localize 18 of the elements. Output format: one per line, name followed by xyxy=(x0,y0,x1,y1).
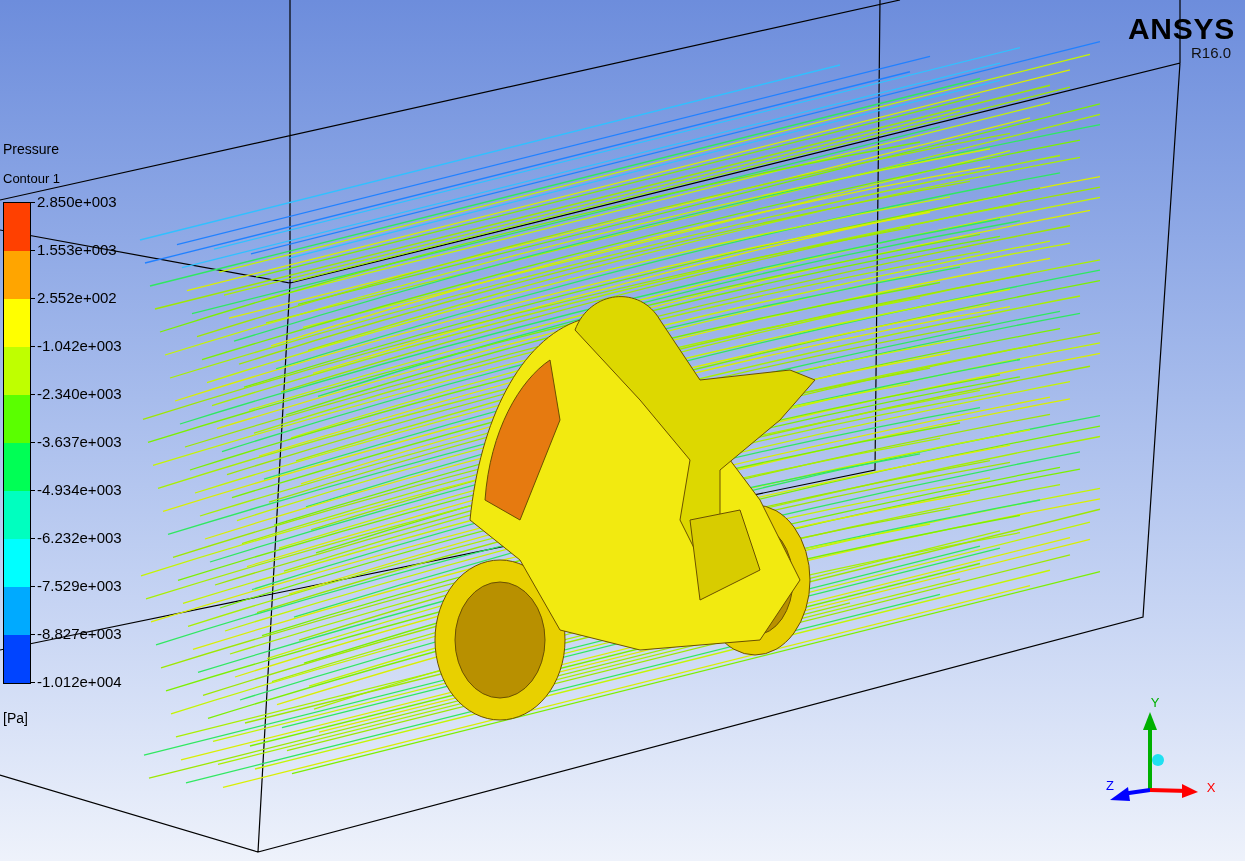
legend-value: 1.553e+003 xyxy=(37,241,117,257)
legend-value: -6.232e+003 xyxy=(37,529,122,545)
legend-unit: [Pa] xyxy=(3,708,29,728)
legend-value: -1.042e+003 xyxy=(37,337,122,353)
axis-label: Y xyxy=(1150,695,1160,710)
legend-value: -2.340e+003 xyxy=(37,385,122,401)
legend-title: Pressure xyxy=(3,140,61,159)
legend-value: 2.552e+002 xyxy=(37,289,117,305)
legend-value: 2.850e+003 xyxy=(37,193,117,209)
legend-subtitle: Contour 1 xyxy=(3,170,62,188)
legend-value: -4.934e+003 xyxy=(37,481,122,497)
release-label: R16.0 xyxy=(1190,45,1231,60)
axis-label: Z xyxy=(1106,778,1114,793)
legend-value: -3.637e+003 xyxy=(37,433,122,449)
sphere-icon xyxy=(1152,754,1164,766)
legend-value: -1.012e+004 xyxy=(37,673,122,689)
axis-label: X xyxy=(1206,780,1216,795)
legend-value: -7.529e+003 xyxy=(37,577,122,593)
